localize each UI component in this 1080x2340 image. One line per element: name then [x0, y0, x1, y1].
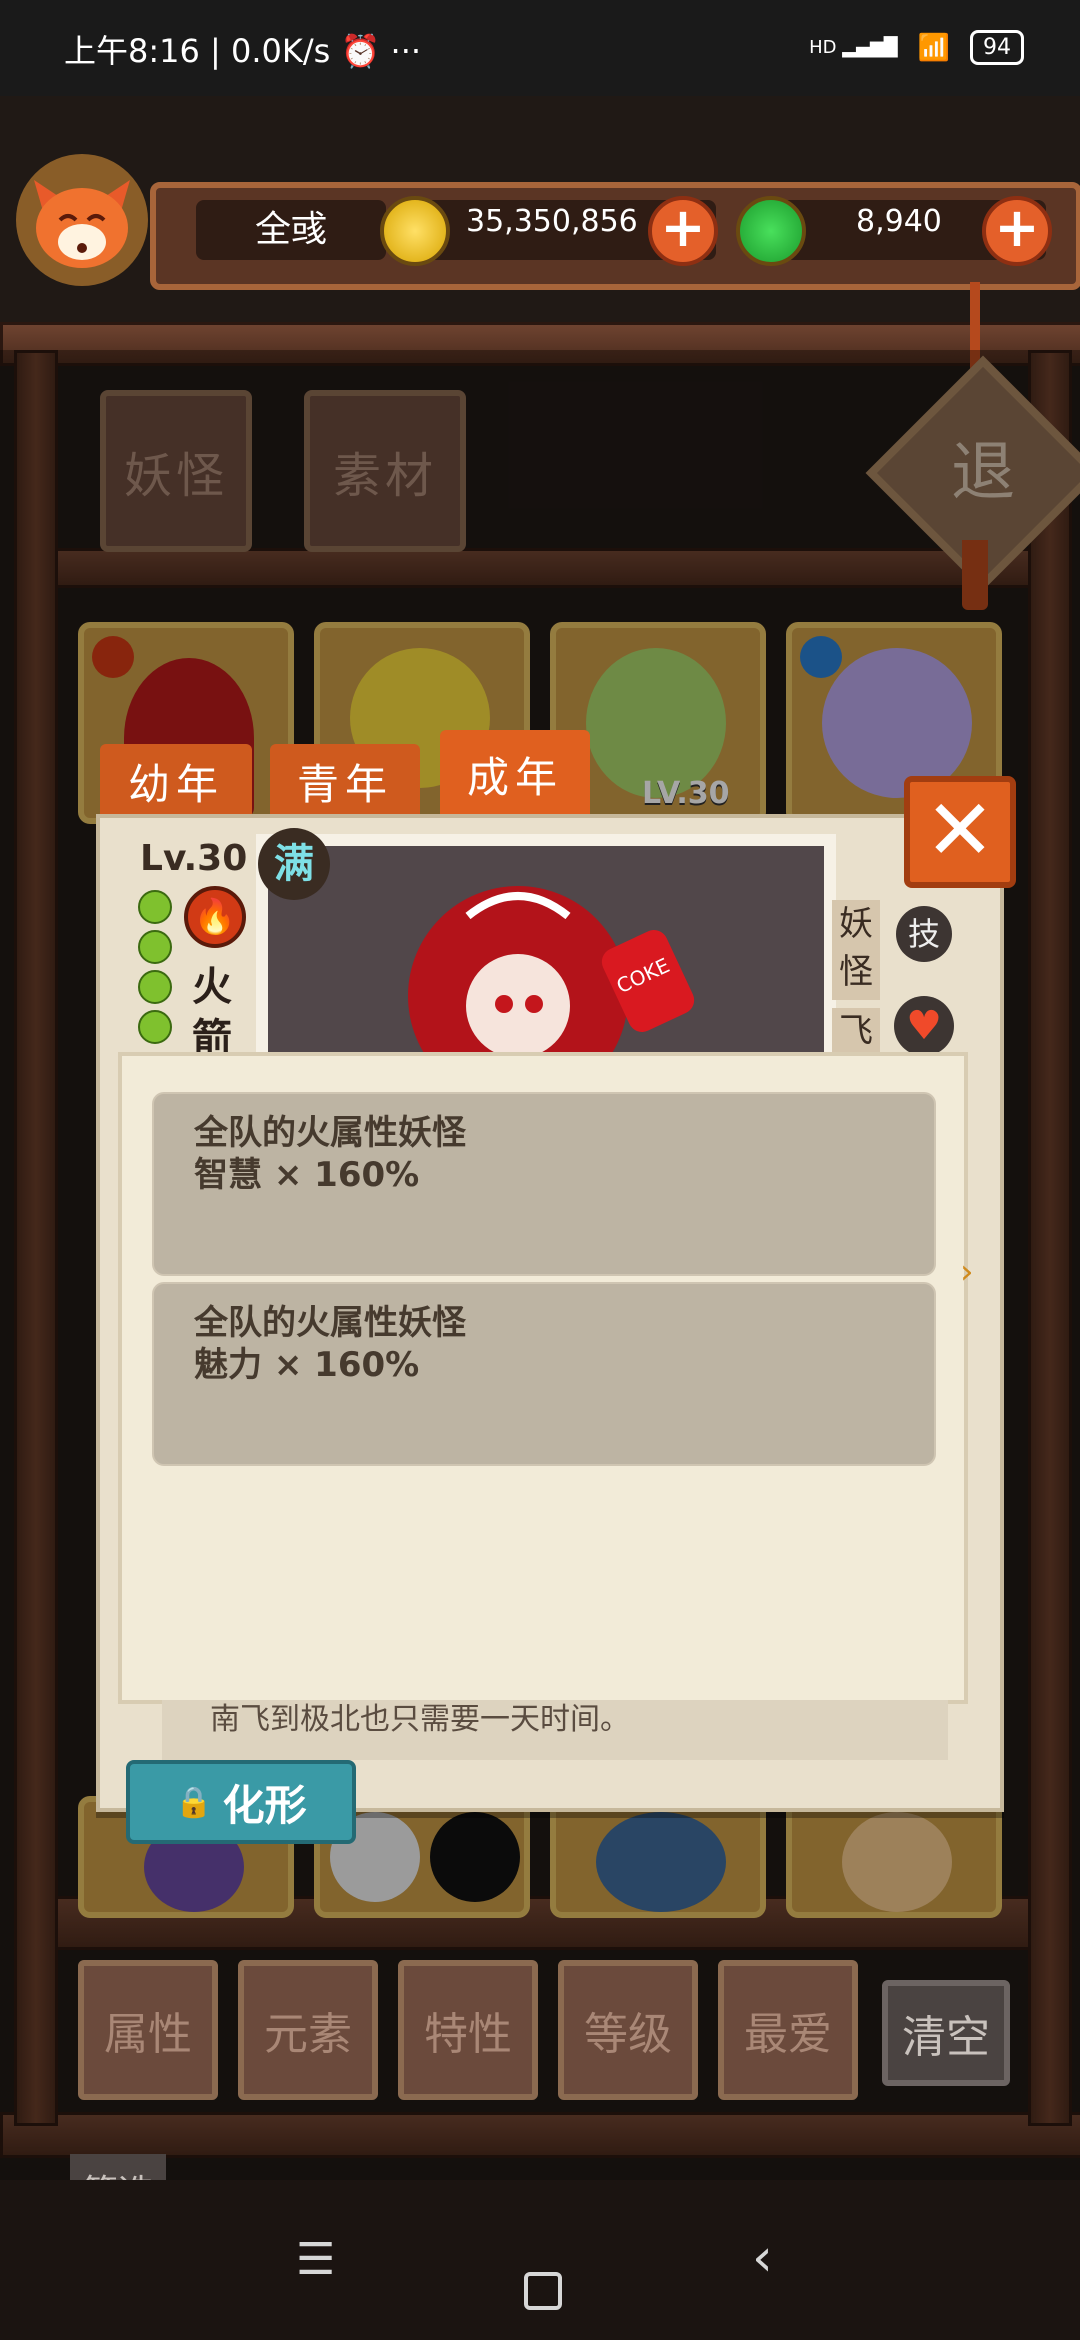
- monster-name-char-1: 火: [192, 964, 232, 1010]
- fire-element-icon: 🔥: [184, 886, 246, 948]
- description-box: 南飞到极北也只需要一天时间。: [162, 1700, 948, 1760]
- status-time: 上午8:16: [64, 32, 200, 70]
- status-speed: 0.0K/s: [231, 32, 331, 70]
- transform-label: 化形: [222, 1780, 307, 1830]
- type-tag: 妖怪: [832, 900, 880, 1000]
- filter-attribute-button[interactable]: 属性: [78, 1960, 218, 2100]
- tab-adult[interactable]: 成年: [440, 730, 590, 818]
- wifi-icon: 📶: [917, 32, 950, 63]
- description-text: 南飞到极北也只需要一天时间。: [210, 1702, 630, 1737]
- tab-youth[interactable]: 青年: [270, 744, 420, 818]
- growth-beads: [138, 890, 172, 1050]
- status-right: HD ▂▄▆█ 📶 94: [809, 30, 1024, 65]
- filter-trait-button[interactable]: 特性: [398, 1960, 538, 2100]
- player-avatar[interactable]: [12, 150, 152, 290]
- filter-element-button[interactable]: 元素: [238, 1960, 378, 2100]
- monster-artwork: COKE: [256, 834, 836, 1106]
- monster-illustration: COKE: [408, 886, 695, 1106]
- add-jade-button[interactable]: +: [982, 196, 1052, 266]
- more-icon: ···: [390, 32, 422, 70]
- resource-bar: 全彧 35,350,856 + 8,940 +: [150, 182, 1080, 290]
- filter-level-button[interactable]: 等级: [558, 1960, 698, 2100]
- menu-icon[interactable]: ☰: [296, 2234, 335, 2285]
- transform-button[interactable]: 🔒 化形: [126, 1760, 356, 1844]
- alarm-icon: ⏰: [340, 32, 391, 70]
- skill-effect-2: 全队的火属性妖怪 魅力 × 160%: [152, 1282, 936, 1466]
- skill-effect-1: 全队的火属性妖怪 智慧 × 160%: [152, 1092, 936, 1276]
- jade-coin-icon: [736, 196, 806, 266]
- jade-amount: 8,940: [856, 204, 942, 239]
- status-bar: 上午8:16 | 0.0K/s ⏰ ··· HD ▂▄▆█ 📶 94: [0, 0, 1080, 96]
- filter-favorite-button[interactable]: 最爱: [718, 1960, 858, 2100]
- flying-tag: 飞: [832, 1008, 880, 1054]
- player-name-box: 全彧: [196, 200, 386, 260]
- skill-badge-button[interactable]: 技: [896, 906, 952, 962]
- status-left: 上午8:16 | 0.0K/s ⏰ ···: [64, 32, 422, 70]
- lock-icon: 🔒: [175, 1784, 213, 1820]
- favorite-heart-button[interactable]: ♥: [894, 996, 954, 1056]
- skill-effects-sheet: 全队的火属性妖怪 智慧 × 160% 全队的火属性妖怪 魅力 × 160%: [118, 1052, 968, 1704]
- monster-level: Lv.30: [140, 838, 248, 879]
- close-button[interactable]: ✕: [904, 776, 1016, 888]
- system-nav-bar: ☰ ‹: [0, 2180, 1080, 2340]
- home-icon[interactable]: [524, 2272, 562, 2310]
- gold-coin-icon: [380, 196, 450, 266]
- back-icon[interactable]: ‹: [752, 2228, 773, 2288]
- tab-juvenile[interactable]: 幼年: [100, 744, 252, 818]
- battery-icon: 94: [970, 30, 1024, 65]
- add-gold-button[interactable]: +: [648, 196, 718, 266]
- player-name: 全彧: [254, 209, 327, 250]
- gold-amount: 35,350,856: [466, 204, 638, 239]
- fox-mask-icon: [16, 154, 148, 286]
- max-level-badge: 满: [258, 828, 330, 900]
- next-arrow-icon[interactable]: ›: [960, 1252, 974, 1292]
- clear-filters-button[interactable]: 清空: [882, 1980, 1010, 2086]
- signal-icon: HD ▂▄▆█: [809, 37, 898, 58]
